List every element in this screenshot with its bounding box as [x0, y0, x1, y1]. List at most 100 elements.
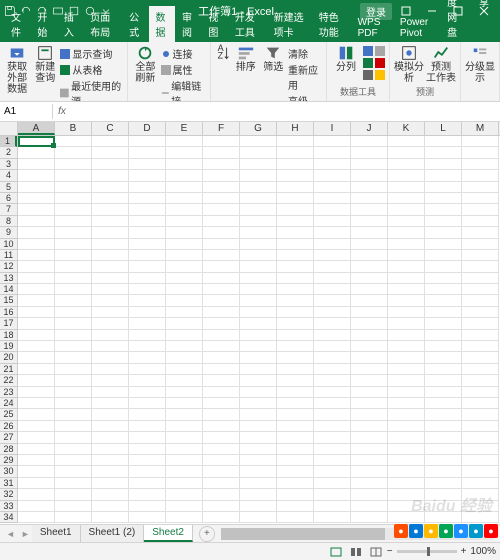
cell[interactable]	[314, 352, 351, 363]
cell[interactable]	[240, 466, 277, 477]
cell[interactable]	[18, 170, 55, 181]
cell[interactable]	[203, 284, 240, 295]
cell[interactable]	[277, 330, 314, 341]
cell[interactable]	[388, 147, 425, 158]
cell[interactable]	[351, 318, 388, 329]
cell[interactable]	[166, 182, 203, 193]
cell[interactable]	[425, 307, 462, 318]
cell[interactable]	[462, 398, 499, 409]
cell[interactable]	[462, 159, 499, 170]
cell[interactable]	[129, 364, 166, 375]
cell[interactable]	[18, 330, 55, 341]
cell[interactable]	[314, 193, 351, 204]
cell[interactable]	[92, 250, 129, 261]
cell[interactable]	[425, 341, 462, 352]
cell[interactable]	[55, 478, 92, 489]
tray-icon[interactable]: ●	[424, 524, 438, 538]
cell[interactable]	[129, 239, 166, 250]
cell[interactable]	[351, 398, 388, 409]
cell[interactable]	[351, 193, 388, 204]
cell[interactable]	[314, 387, 351, 398]
cell[interactable]	[240, 216, 277, 227]
cell[interactable]	[166, 295, 203, 306]
cell[interactable]	[351, 170, 388, 181]
cell[interactable]	[92, 352, 129, 363]
cell[interactable]	[240, 375, 277, 386]
cell[interactable]	[203, 239, 240, 250]
cell[interactable]	[314, 239, 351, 250]
cell[interactable]	[351, 204, 388, 215]
cell[interactable]	[277, 409, 314, 420]
cell[interactable]	[166, 466, 203, 477]
cell[interactable]	[240, 295, 277, 306]
cell[interactable]	[92, 159, 129, 170]
cell[interactable]	[203, 295, 240, 306]
cell[interactable]	[203, 147, 240, 158]
tray-icon[interactable]: ●	[409, 524, 423, 538]
cell[interactable]	[388, 421, 425, 432]
cell[interactable]	[203, 512, 240, 523]
cell[interactable]	[462, 512, 499, 523]
cell[interactable]	[240, 170, 277, 181]
cell[interactable]	[166, 147, 203, 158]
cell[interactable]	[277, 216, 314, 227]
cell[interactable]	[92, 478, 129, 489]
cell[interactable]	[351, 375, 388, 386]
cell[interactable]	[277, 444, 314, 455]
cell[interactable]	[425, 444, 462, 455]
cell[interactable]	[462, 182, 499, 193]
row-header[interactable]: 30	[0, 466, 17, 477]
cell[interactable]	[277, 421, 314, 432]
cell[interactable]	[55, 193, 92, 204]
cell[interactable]	[277, 512, 314, 523]
cell[interactable]	[92, 432, 129, 443]
cell[interactable]	[425, 318, 462, 329]
filter-options[interactable]: 清除 重新应用 高级	[288, 44, 322, 102]
cell[interactable]	[462, 227, 499, 238]
cell[interactable]	[18, 261, 55, 272]
cell[interactable]	[388, 466, 425, 477]
cell[interactable]	[129, 432, 166, 443]
sheet-nav-arrows[interactable]: ◄►	[4, 529, 32, 539]
cell[interactable]	[55, 432, 92, 443]
cell[interactable]	[55, 512, 92, 523]
cell[interactable]	[55, 159, 92, 170]
cell[interactable]	[55, 307, 92, 318]
cell[interactable]	[277, 193, 314, 204]
cell[interactable]	[462, 136, 499, 147]
cell[interactable]	[18, 432, 55, 443]
cell[interactable]	[92, 204, 129, 215]
cell[interactable]	[425, 489, 462, 500]
cell[interactable]	[166, 455, 203, 466]
cell[interactable]	[425, 478, 462, 489]
cell[interactable]	[92, 466, 129, 477]
cell[interactable]	[166, 204, 203, 215]
cell[interactable]	[129, 375, 166, 386]
zoom-out-button[interactable]: −	[387, 546, 393, 557]
row-header[interactable]: 10	[0, 239, 17, 250]
cell[interactable]	[277, 352, 314, 363]
cell[interactable]	[425, 239, 462, 250]
cell[interactable]	[240, 159, 277, 170]
cell[interactable]	[388, 159, 425, 170]
cell[interactable]	[277, 307, 314, 318]
cell[interactable]	[351, 239, 388, 250]
cell[interactable]	[388, 330, 425, 341]
cell[interactable]	[351, 250, 388, 261]
cell[interactable]	[388, 455, 425, 466]
cell[interactable]	[388, 398, 425, 409]
cell[interactable]	[240, 444, 277, 455]
cell[interactable]	[425, 136, 462, 147]
cell[interactable]	[425, 432, 462, 443]
cell[interactable]	[240, 421, 277, 432]
cell[interactable]	[166, 387, 203, 398]
cell[interactable]	[240, 478, 277, 489]
qat-icon[interactable]	[84, 5, 96, 17]
cell[interactable]	[462, 147, 499, 158]
sort-az-button[interactable]: AZ	[215, 44, 231, 62]
cell[interactable]	[203, 501, 240, 512]
cell[interactable]	[203, 432, 240, 443]
cell[interactable]	[18, 455, 55, 466]
cell[interactable]	[240, 455, 277, 466]
save-icon[interactable]	[4, 5, 16, 17]
